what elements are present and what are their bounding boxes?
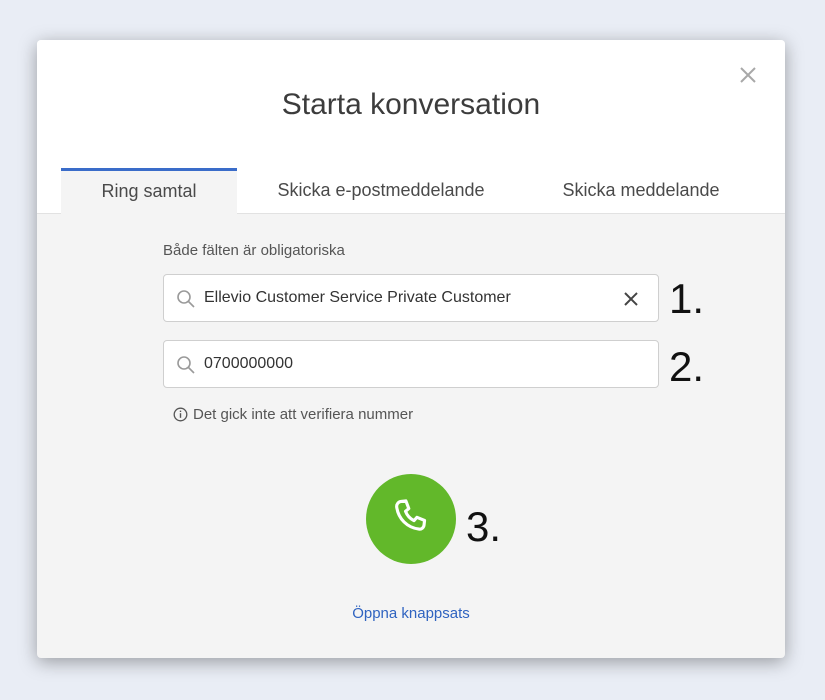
contact-value: Ellevio Customer Service Private Custome… (204, 289, 511, 306)
phone-number-value: 0700000000 (204, 355, 293, 372)
annotation-1: 1. (669, 275, 705, 322)
close-icon[interactable] (622, 290, 640, 308)
validation-message: Det gick inte att verifiera nummer (173, 406, 413, 423)
validation-text: Det gick inte att verifiera nummer (193, 406, 414, 423)
annotation-2: 2. (669, 343, 705, 390)
open-keypad-link[interactable]: Öppna knappsats (37, 605, 785, 622)
search-icon (176, 355, 196, 375)
close-icon[interactable] (737, 64, 759, 86)
info-icon (173, 407, 188, 422)
dialog-title: Starta konversation (281, 88, 541, 121)
tab-message[interactable]: Skicka meddelande (537, 168, 745, 213)
phone-icon (389, 495, 433, 544)
start-conversation-dialog: Starta konversation Ring samtal Skicka e… (37, 40, 785, 658)
required-note: Både fälten är obligatoriska (163, 242, 345, 259)
phone-number-input[interactable]: 0700000000 (163, 340, 659, 388)
call-button[interactable] (366, 474, 456, 564)
tab-bar: Ring samtal Skicka e-postmeddelande Skic… (37, 168, 785, 214)
tab-email[interactable]: Skicka e-postmeddelande (257, 168, 505, 213)
tab-call[interactable]: Ring samtal (61, 168, 237, 214)
contact-search-input[interactable]: Ellevio Customer Service Private Custome… (163, 274, 659, 322)
search-icon (176, 289, 196, 309)
annotation-3: 3. (466, 503, 502, 550)
